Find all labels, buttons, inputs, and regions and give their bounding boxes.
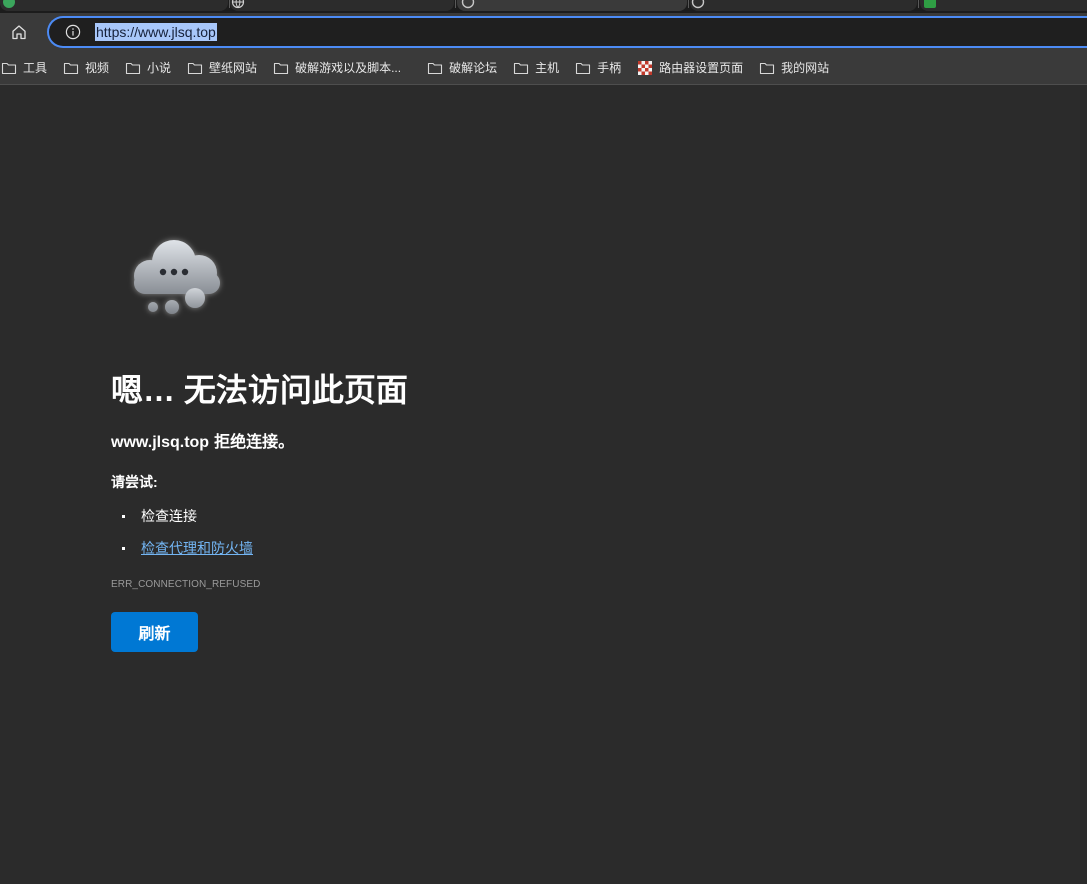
router-favicon-icon	[638, 60, 653, 75]
url-text[interactable]: https://www.jlsq.top	[95, 23, 217, 41]
home-icon	[12, 25, 26, 40]
folder-icon	[274, 62, 289, 74]
home-button[interactable]	[5, 18, 33, 46]
folder-icon	[428, 62, 443, 74]
error-heading: 嗯… 无法访问此页面	[111, 372, 408, 408]
bookmark-folder-novels[interactable]: 小说	[125, 56, 187, 80]
check-proxy-firewall-link[interactable]: 检查代理和防火墙	[141, 538, 253, 558]
error-code: ERR_CONNECTION_REFUSED	[111, 579, 261, 590]
green-favicon-icon	[924, 0, 936, 8]
try-label: 请尝试:	[111, 474, 158, 490]
tab-5[interactable]	[920, 0, 1087, 11]
suggestion-check-proxy-firewall: 检查代理和防火墙	[111, 538, 253, 558]
tab-separator	[229, 0, 230, 8]
bookmark-folder-videos[interactable]: 视频	[63, 56, 125, 80]
cloud-icon	[134, 240, 220, 314]
bullet	[122, 546, 125, 550]
bookmark-label: 路由器设置页面	[659, 61, 744, 75]
bookmark-folder-tools[interactable]: 工具	[1, 56, 63, 80]
page-icon	[461, 0, 475, 9]
suggestion-text: 检查连接	[141, 508, 197, 524]
error-host: www.jlsq.top	[111, 434, 210, 451]
globe-icon	[231, 0, 245, 9]
error-message: 拒绝连接。	[214, 434, 295, 451]
toolbar: https://www.jlsq.top	[0, 13, 1087, 51]
bookmark-label: 小说	[147, 61, 172, 75]
tab-4[interactable]	[690, 0, 917, 11]
bookmark-router-settings[interactable]: 路由器设置页面	[637, 56, 759, 80]
tab-3[interactable]	[457, 0, 687, 11]
green-favicon-icon	[3, 0, 15, 8]
bookmark-label: 破解论坛	[449, 61, 498, 75]
address-bar[interactable]: https://www.jlsq.top	[47, 16, 1087, 48]
bookmark-label: 主机	[535, 61, 560, 75]
folder-icon	[760, 62, 775, 74]
page-icon	[691, 0, 705, 9]
folder-icon	[514, 62, 529, 74]
tab-strip	[0, 0, 1087, 13]
folder-icon	[63, 62, 79, 74]
tab-2[interactable]	[230, 0, 454, 11]
bookmark-folder-games-scripts[interactable]: 破解游戏以及脚本...	[273, 56, 427, 80]
bookmark-label: 工具	[23, 61, 48, 75]
info-icon[interactable]	[65, 24, 81, 40]
bullet	[122, 514, 125, 518]
error-description: www.jlsq.top 拒绝连接。	[111, 432, 294, 454]
bookmark-folder-gamepads[interactable]: 手柄	[575, 56, 637, 80]
reload-button[interactable]: 刷新	[111, 612, 198, 652]
bookmark-folder-wallpapers[interactable]: 壁纸网站	[187, 56, 273, 80]
tab-1[interactable]	[0, 0, 228, 11]
browser-window: https://www.jlsq.top 工具 视频 小说 壁纸网站 破解游戏以…	[0, 0, 1087, 884]
folder-icon	[576, 62, 591, 74]
bookmark-label: 我的网站	[781, 61, 830, 75]
bookmark-label: 视频	[85, 61, 110, 75]
suggestion-check-connection: 检查连接	[111, 506, 197, 526]
tab-separator	[455, 0, 456, 8]
bookmark-label: 壁纸网站	[209, 61, 258, 75]
bookmarks-bar: 工具 视频 小说 壁纸网站 破解游戏以及脚本... 破解论坛 主机 手柄 路由器…	[0, 51, 1087, 85]
bookmark-folder-my-sites[interactable]: 我的网站	[759, 56, 845, 80]
folder-icon	[125, 62, 141, 74]
folder-icon	[187, 62, 203, 74]
bookmark-label: 破解游戏以及脚本...	[295, 61, 402, 75]
tab-separator	[688, 0, 689, 8]
folder-icon	[1, 62, 17, 74]
bookmark-label: 手柄	[597, 61, 622, 75]
tab-separator	[918, 0, 919, 8]
bookmark-folder-hosts[interactable]: 主机	[513, 56, 575, 80]
bookmark-folder-forums[interactable]: 破解论坛	[427, 56, 513, 80]
